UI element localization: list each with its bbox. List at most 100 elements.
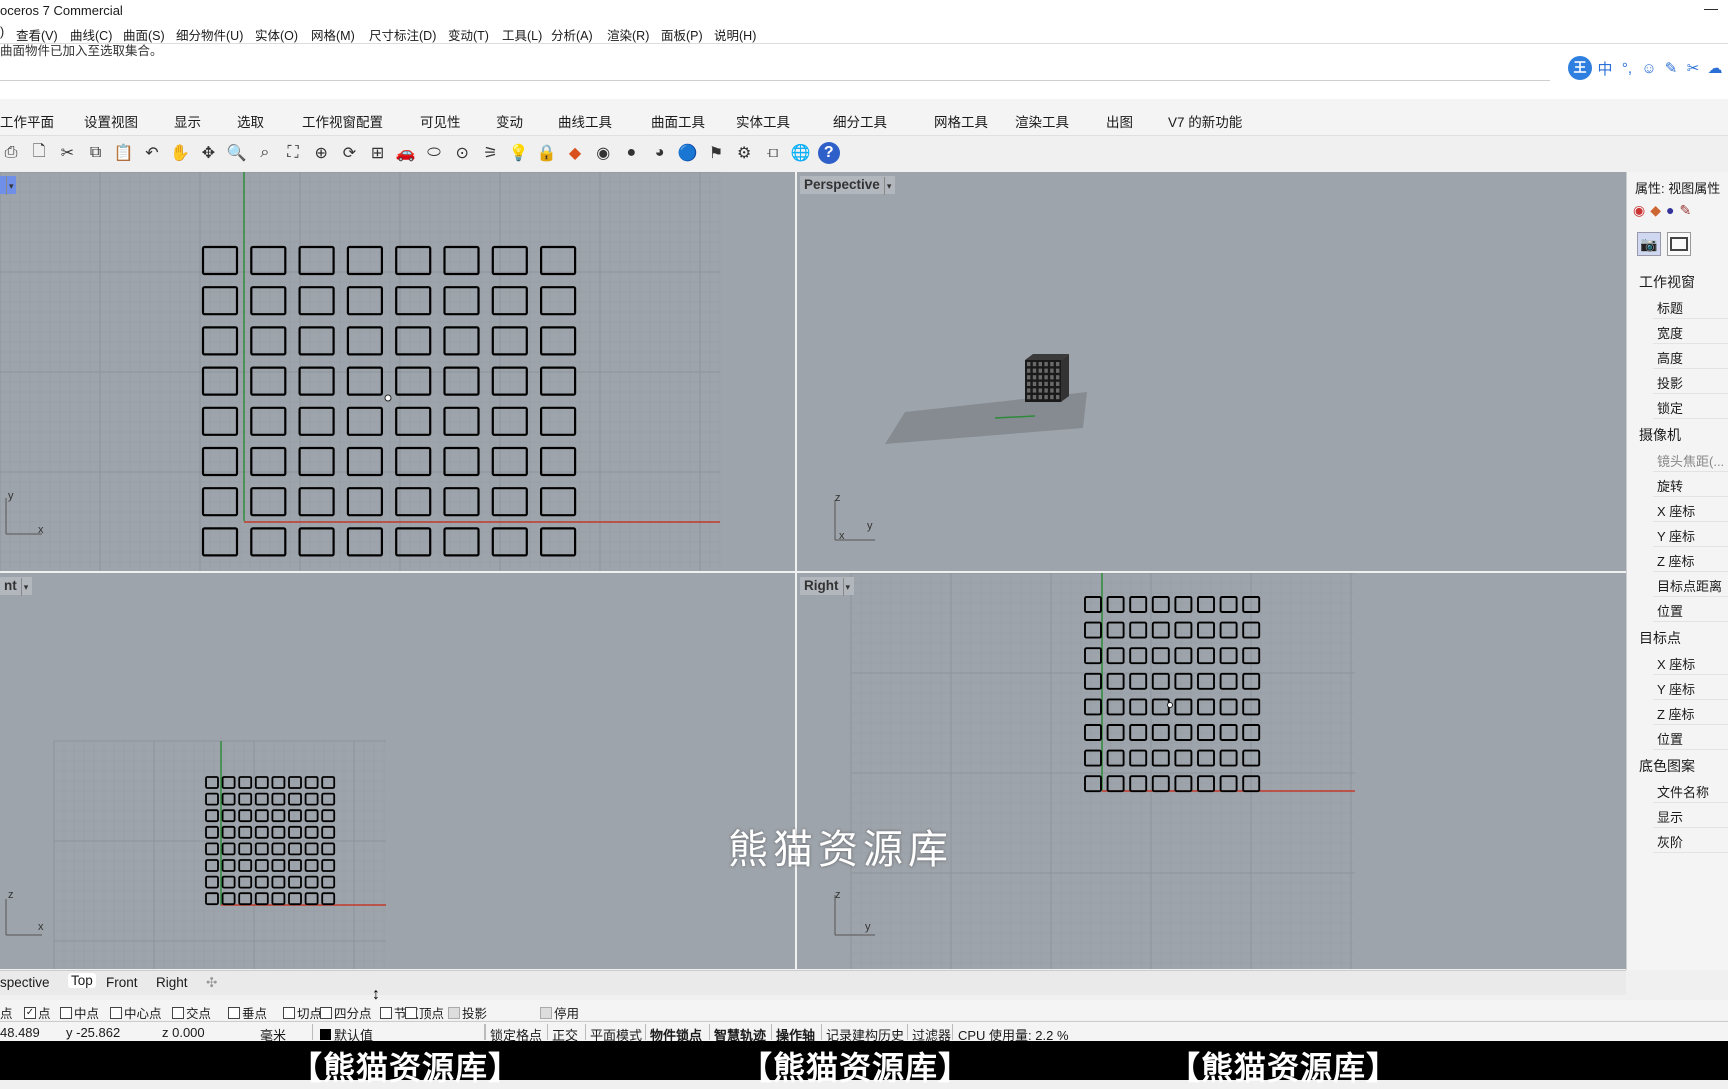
curve-square[interactable] [304, 792, 319, 806]
viewport-frame-icon[interactable] [1667, 232, 1691, 256]
viewport-tab-3[interactable]: Right [156, 975, 188, 990]
material-sphere-icon[interactable]: ● [620, 142, 642, 164]
checkbox[interactable] [60, 1006, 72, 1019]
help-icon[interactable]: ? [817, 142, 840, 164]
curve-square[interactable] [395, 326, 432, 356]
ime-pen-icon[interactable]: ✎ [1662, 59, 1680, 77]
curve-square[interactable] [288, 825, 302, 839]
checkbox[interactable] [283, 1006, 295, 1019]
osnap-9[interactable]: 顶点 [405, 1003, 444, 1022]
osnap-4[interactable]: 交点 [172, 1003, 211, 1022]
checkbox[interactable] [110, 1006, 122, 1019]
ime-mode[interactable]: 中 [1596, 58, 1614, 79]
curve-square[interactable] [1174, 647, 1193, 665]
curve-square[interactable] [238, 809, 253, 823]
menu-item-8[interactable]: 工具(L) [502, 25, 542, 44]
curve-square[interactable] [1197, 621, 1215, 639]
curve-square[interactable] [221, 859, 236, 872]
viewport-label-top[interactable]: ▾ [0, 176, 16, 195]
command-input[interactable] [0, 80, 1550, 81]
blue-sphere-icon[interactable]: 🔵 [677, 142, 699, 164]
curve-square[interactable] [1219, 621, 1238, 639]
menu-item-4[interactable]: 实体(O) [255, 25, 298, 44]
curve-square[interactable] [238, 859, 253, 872]
menu-item-7[interactable]: 变动(T) [448, 25, 489, 44]
curve-square[interactable] [221, 776, 236, 789]
curve-square[interactable] [1084, 672, 1102, 690]
viewport-right[interactable]: Right ▾ z y [797, 573, 1626, 969]
curve-square[interactable] [238, 776, 253, 789]
layer-icon[interactable]: ◆ [1650, 202, 1661, 219]
zoom-icon[interactable]: 🔍 [226, 142, 248, 164]
curve-square[interactable] [304, 776, 319, 789]
car-icon[interactable]: 🚗 [395, 142, 417, 164]
osnap-11[interactable]: 停用 [540, 1003, 579, 1022]
curve-square[interactable] [288, 892, 302, 906]
tab-14[interactable]: V7 的新功能 [1168, 111, 1242, 131]
menu-item-11[interactable]: 面板(P) [661, 25, 703, 44]
zoom-extents-icon[interactable]: ⛶ [282, 142, 304, 164]
checkbox[interactable] [405, 1006, 417, 1019]
curve-square[interactable] [1129, 596, 1148, 613]
curve-square[interactable] [1084, 596, 1102, 613]
curve-square[interactable] [221, 842, 236, 856]
gumball-center[interactable] [1167, 702, 1173, 708]
checkbox[interactable] [380, 1006, 392, 1019]
curve-square[interactable] [254, 825, 269, 839]
curve-square[interactable] [205, 859, 219, 872]
viewport-label-perspective[interactable]: Perspective ▾ [800, 176, 896, 195]
osnap-7[interactable]: 四分点 [320, 1003, 372, 1022]
tab-0[interactable]: 工作平面 [0, 111, 54, 131]
osnap-6[interactable]: 切点 [283, 1003, 322, 1022]
cut-icon[interactable]: ✂ [56, 142, 78, 164]
flag-icon[interactable]: ⚑ [705, 142, 727, 164]
osnap-0[interactable]: 点 [0, 1003, 13, 1022]
menu-item-12[interactable]: 说明(H) [714, 25, 756, 44]
checkbox[interactable] [448, 1006, 460, 1019]
curve-square[interactable] [1129, 724, 1148, 741]
curve-square[interactable] [254, 809, 269, 823]
color-wheel-icon[interactable]: ◉ [592, 142, 614, 164]
curve-square[interactable] [254, 875, 269, 889]
curve-square[interactable] [205, 792, 219, 806]
layer-icon[interactable]: ◆ [564, 142, 586, 164]
ime-punct-icon[interactable]: °, [1618, 60, 1636, 77]
tab-6[interactable]: 变动 [496, 111, 523, 131]
curve-square[interactable] [298, 245, 335, 276]
curve-square[interactable] [346, 286, 383, 316]
curve-square[interactable] [288, 776, 302, 789]
panel-section-1[interactable]: 摄像机 [1639, 425, 1681, 445]
curve-square[interactable] [288, 842, 302, 856]
curve-square[interactable] [1197, 775, 1215, 793]
viewport-top[interactable]: ▾ y x [0, 172, 795, 571]
curve-square[interactable] [1084, 698, 1102, 716]
lock-icon[interactable]: 🔒 [536, 142, 558, 164]
zoom-selected-icon[interactable]: ⊕ [310, 142, 332, 164]
curve-square[interactable] [443, 326, 480, 356]
zoom-window-icon[interactable]: ⌕ [254, 142, 276, 164]
curve-square[interactable] [1174, 596, 1193, 613]
curve-square[interactable] [221, 825, 236, 839]
checkbox[interactable] [320, 1006, 332, 1019]
cube-front-face[interactable] [1025, 360, 1061, 402]
ime-logo-icon[interactable]: 王 [1568, 56, 1592, 80]
curve-square[interactable] [205, 842, 219, 856]
rotate-icon[interactable]: ⟳ [338, 142, 360, 164]
material-icon[interactable]: ● [1666, 202, 1674, 219]
osnap-2[interactable]: 中点 [60, 1003, 99, 1022]
copy-icon[interactable]: ⧉ [85, 142, 107, 164]
checkbox[interactable] [540, 1006, 552, 1019]
curve-square[interactable] [1174, 672, 1193, 690]
viewport-tab-2[interactable]: Front [106, 975, 138, 990]
menu-item-3[interactable]: 细分物件(U) [176, 25, 243, 44]
paste-icon[interactable]: 📋 [113, 142, 135, 164]
curve-square[interactable] [1219, 672, 1238, 690]
curve-square[interactable] [346, 326, 383, 356]
chevron-down-icon[interactable]: ▾ [20, 578, 28, 596]
curve-square[interactable] [238, 875, 253, 889]
curve-square[interactable] [1197, 724, 1215, 741]
curve-square[interactable] [238, 842, 253, 856]
curve-square[interactable] [346, 245, 383, 276]
viewport-front[interactable]: nt ▾ z x [0, 573, 795, 969]
curve-square[interactable] [443, 286, 480, 316]
